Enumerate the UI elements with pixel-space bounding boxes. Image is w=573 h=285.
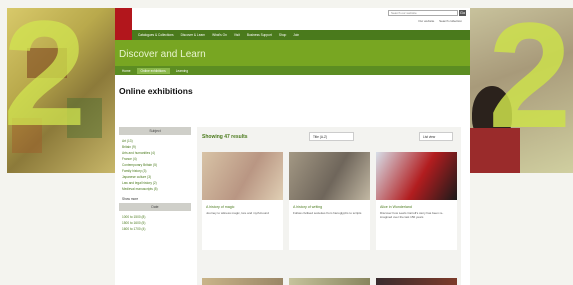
main-nav: Catalogues & Collections Discover & Lear… — [132, 30, 470, 40]
subnav-home[interactable]: Home — [118, 68, 135, 74]
results-count: Showing 47 results — [202, 134, 248, 140]
subnav-learning[interactable]: Learning — [172, 68, 192, 74]
exhibition-title[interactable]: Alice in Wonderland — [376, 200, 457, 211]
decorative-background-right: 2 — [470, 8, 573, 173]
exhibition-card[interactable]: Alice in Wonderland Discover how Lewis C… — [376, 152, 457, 250]
screen: 2 2 Search our website Go Our website Se… — [0, 0, 573, 285]
subject-filter-item[interactable]: Medieval manuscripts (5) — [119, 186, 191, 192]
subnav-online-exhibitions[interactable]: Online exhibitions — [136, 67, 170, 74]
subject-filter-header[interactable]: Subject — [119, 127, 191, 135]
sub-nav: Home Online exhibitions Learning — [115, 66, 470, 75]
date-filter-header[interactable]: Date — [119, 203, 191, 211]
section-banner: Discover and Learn — [115, 40, 470, 66]
exhibition-thumbnail[interactable] — [289, 152, 370, 200]
top-bar: Search our website Go Our website Search… — [115, 8, 470, 40]
nav-whats-on[interactable]: What's On — [212, 33, 227, 37]
nav-join[interactable]: Join — [293, 33, 299, 37]
exhibition-description: Journey to witness magic, lore and myth-… — [206, 211, 269, 215]
search-button[interactable]: Go — [459, 10, 466, 16]
filter-sidebar: Subject Art (13) Britain (9) Arts and hu… — [119, 127, 191, 232]
exhibition-card-partial[interactable] — [376, 278, 457, 285]
exhibition-card-partial[interactable] — [289, 278, 370, 285]
sort-select[interactable]: Title (A-Z) — [309, 132, 354, 141]
show-more-link[interactable]: Show more — [119, 194, 191, 203]
nav-business[interactable]: Business Support — [247, 33, 272, 37]
exhibition-card[interactable]: A history of writing Follow civilised so… — [289, 152, 370, 250]
exhibition-thumbnail[interactable] — [202, 152, 283, 200]
exhibition-description: Follow civilised societies from hierogly… — [293, 211, 362, 215]
web-page: Search our website Go Our website Search… — [115, 8, 470, 285]
nav-discover[interactable]: Discover & Learn — [181, 33, 205, 37]
search-options: Our website Search collection — [414, 19, 462, 23]
exhibition-title[interactable]: A history of magic — [202, 200, 283, 211]
page-title: Online exhibitions — [119, 86, 193, 96]
list-view-button[interactable]: List view — [419, 132, 453, 141]
nav-catalogues[interactable]: Catalogues & Collections — [138, 33, 174, 37]
exhibition-card-partial[interactable] — [202, 278, 283, 285]
library-logo[interactable] — [115, 8, 132, 40]
exhibition-card[interactable]: A history of magic Journey to witness ma… — [202, 152, 283, 250]
search-option-website[interactable]: Our website — [418, 19, 434, 23]
banner-title: Discover and Learn — [119, 49, 206, 60]
exhibition-description: Discover how Lewis Carroll's story has b… — [380, 211, 444, 219]
decorative-background-left: 2 — [7, 8, 117, 173]
nav-shop[interactable]: Shop — [279, 33, 286, 37]
nav-visit[interactable]: Visit — [234, 33, 240, 37]
search-input[interactable]: Search our website — [388, 10, 458, 16]
results-panel: Showing 47 results Title (A-Z) List view… — [197, 127, 461, 285]
date-filter-item[interactable]: 1600 to 1700 (4) — [119, 226, 191, 232]
search-option-collection[interactable]: Search collection — [439, 19, 462, 23]
exhibition-thumbnail[interactable] — [376, 152, 457, 200]
exhibition-title[interactable]: A history of writing — [289, 200, 370, 211]
